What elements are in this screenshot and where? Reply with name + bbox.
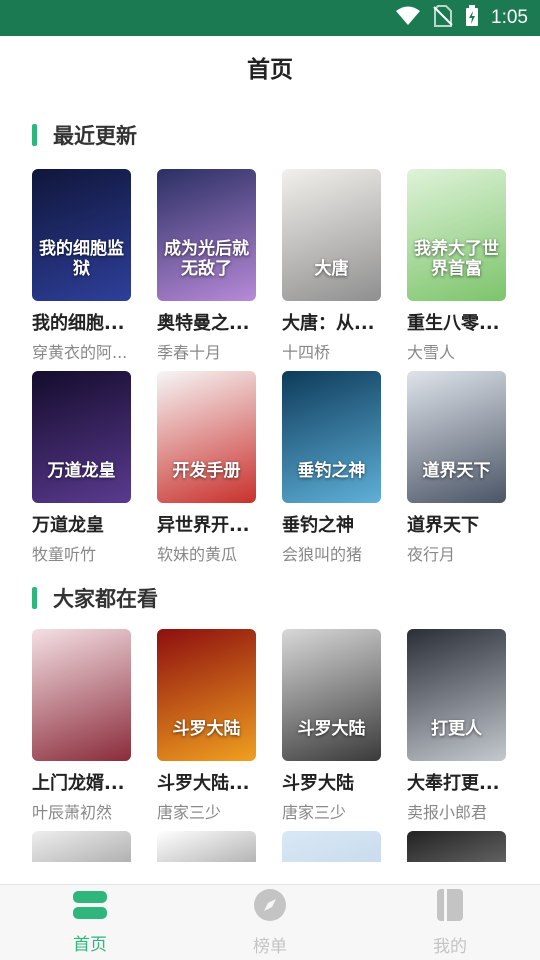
page-title: 首页 [247,57,293,83]
cover-title-art: 开发手册 [172,461,241,481]
book-cover[interactable]: 垂钓之神 [282,371,381,503]
cover-title-art: 斗罗大陆 [297,719,366,739]
cover-title-art: 我养大了世界首富 [414,239,499,279]
book-cover[interactable]: 我养大了世界首富 [407,169,506,301]
book-title: 垂钓之神 [282,515,354,536]
compass-icon [253,888,287,926]
book-cover[interactable]: 道界天下 [407,371,506,503]
book-item[interactable]: 垂钓之神 垂钓之神 会狼叫的猪 [282,371,382,565]
book-item[interactable]: 我养大了世界首富重生八零... 大雪人 [407,169,507,363]
cover-title-art: 垂钓之神 [297,461,366,481]
status-bar: 1:05 [0,0,540,36]
book-cover[interactable]: 成为光后就无敌了 [157,169,256,301]
book-cover[interactable]: 我的细胞监狱 [32,169,131,301]
book-title: 大唐：从... [282,313,375,334]
book-title: 万道龙皇 [32,515,104,536]
home-content[interactable]: 最近更新 大家都在看 我的细胞监狱我的细胞... 穿黄衣的阿... 成为光后就无敌了… [0,98,540,862]
book-cover[interactable]: 打更人 [407,629,506,761]
book-author: 大雪人 [407,343,456,362]
cover-title-art: 大唐 [314,259,349,279]
book-author: 十四桥 [282,343,331,362]
book-author: 叶辰萧初然 [32,803,113,822]
book-author: 牧童听竹 [32,545,97,564]
battery-charging-icon [465,5,479,31]
cover-title-art: 我的细胞监狱 [39,239,124,279]
book-item[interactable]: 开发手册异世界开... 软妹的黄瓜 [157,371,257,565]
clock: 1:05 [491,7,528,28]
book-item[interactable] [282,831,382,862]
book-cover[interactable] [407,831,506,862]
book-author: 穿黄衣的阿... [32,343,128,362]
book-item[interactable]: 成为光后就无敌了奥特曼之... 季春十月 [157,169,257,363]
book-title: 斗罗大陆 [282,773,354,794]
book-cover[interactable]: 斗罗大陆 [157,629,256,761]
book-item[interactable] [32,831,132,862]
book-item[interactable]: 上门龙婿... 叶辰萧初然 [32,629,132,823]
book-title: 大奉打更... [407,773,500,794]
book-cover[interactable]: 斗罗大陆 [282,629,381,761]
book-title: 我的细胞... [32,313,125,334]
section-title: 大家都在看 [53,587,158,611]
book-title: 斗罗大陆... [157,773,250,794]
book-author: 夜行月 [407,545,456,564]
book-item[interactable] [407,831,507,862]
section-accent-bar [32,124,37,146]
book-item[interactable]: 打更人大奉打更... 卖报小郎君 [407,629,507,823]
book-author: 软妹的黄瓜 [157,545,238,564]
section-header-popular: 大家都在看 [32,583,158,613]
book-item[interactable] [157,831,257,862]
book-author: 唐家三少 [157,803,222,822]
book-item[interactable]: 大唐大唐：从... 十四桥 [282,169,382,363]
book-title: 异世界开... [157,515,250,536]
book-author: 唐家三少 [282,803,347,822]
nav-label-home: 首页 [73,935,107,955]
book-cover[interactable] [32,831,131,862]
bottom-navigation: 首页 榜单 我的 [0,884,540,960]
book-item[interactable]: 道界天下 道界天下 夜行月 [407,371,507,565]
nav-item-ranking[interactable]: 榜单 [180,885,360,960]
book-item[interactable]: 我的细胞监狱我的细胞... 穿黄衣的阿... [32,169,132,363]
nav-label-ranking: 榜单 [253,937,287,957]
book-title: 奥特曼之... [157,313,250,334]
book-item[interactable]: 斗罗大陆斗罗大陆... 唐家三少 [157,629,257,823]
app-bar: 首页 [0,36,540,98]
cover-title-art: 成为光后就无敌了 [164,239,249,279]
nav-item-home[interactable]: 首页 [0,885,180,960]
nav-label-mine: 我的 [433,937,467,957]
section-accent-bar [32,587,37,609]
cover-title-art: 万道龙皇 [47,461,116,481]
wifi-icon [395,6,421,30]
book-title: 重生八零... [407,313,500,334]
cover-title-art: 道界天下 [422,461,491,481]
book-icon [436,888,464,926]
cover-title-art: 打更人 [431,719,482,739]
book-title: 道界天下 [407,515,479,536]
cover-title-art: 斗罗大陆 [172,719,241,739]
book-cover[interactable]: 万道龙皇 [32,371,131,503]
bookshelf-icon [72,890,108,924]
no-sim-icon [433,5,453,31]
book-author: 季春十月 [157,343,222,362]
book-cover[interactable] [32,629,131,761]
nav-item-mine[interactable]: 我的 [360,885,540,960]
section-title: 最近更新 [53,124,137,148]
book-cover[interactable]: 开发手册 [157,371,256,503]
book-author: 卖报小郎君 [407,803,488,822]
book-cover[interactable] [282,831,381,862]
book-cover[interactable] [157,831,256,862]
book-author: 会狼叫的猪 [282,545,363,564]
book-item[interactable]: 斗罗大陆 斗罗大陆 唐家三少 [282,629,382,823]
book-item[interactable]: 万道龙皇 万道龙皇 牧童听竹 [32,371,132,565]
book-title: 上门龙婿... [32,773,125,794]
section-header-recent: 最近更新 [32,120,137,150]
book-cover[interactable]: 大唐 [282,169,381,301]
